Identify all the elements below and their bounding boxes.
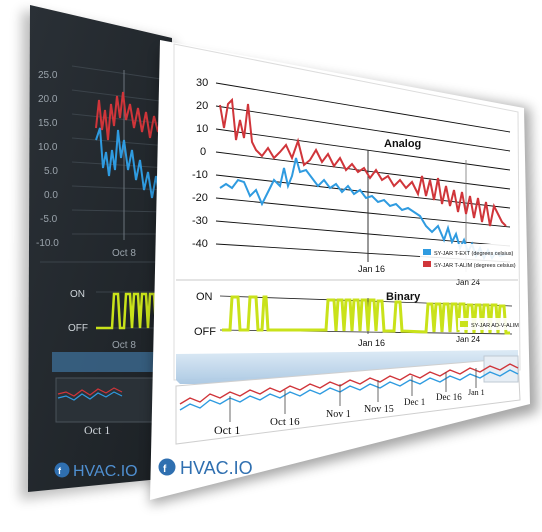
legend-swatch-ad-v-alim xyxy=(460,321,468,327)
overview-xtick: Oct 1 xyxy=(214,423,240,437)
legend-label-ad-v-alim: SY-JAR AD-V-ALIM xyxy=(471,323,519,329)
analog-ytick: 30 xyxy=(196,77,208,89)
analog-ytick: 10 xyxy=(196,123,208,135)
analog-ytick: -30 xyxy=(192,215,208,227)
overview-xtick: Dec 1 xyxy=(404,397,425,407)
analog-ytick: -20 xyxy=(192,192,208,204)
binary-title: Binary xyxy=(386,291,421,303)
back-analog-ytick: 10.0 xyxy=(38,142,58,153)
front-logo-text: HVAC.IO xyxy=(180,458,253,478)
legend-label-t-alim: SY-JAR T-ALIM (degrees celsius) xyxy=(434,263,516,269)
analog-ytick: 20 xyxy=(196,100,208,112)
binary-ytick-on: ON xyxy=(196,291,213,303)
overview-xtick: Oct 16 xyxy=(270,416,300,428)
analog-legend: SY-JAR T-EXT (degrees celsius) SY-JAR T-… xyxy=(420,244,516,274)
back-analog-xtick: Oct 8 xyxy=(112,248,136,259)
analog-ytick: -40 xyxy=(192,238,208,250)
back-analog-ytick: 15.0 xyxy=(38,118,58,129)
back-analog-ytick: 25.0 xyxy=(38,70,58,81)
back-overview-xtick: Oct 1 xyxy=(84,423,110,437)
legend-swatch-t-ext xyxy=(423,249,431,255)
legend-label-t-ext: SY-JAR T-EXT (degrees celsius) xyxy=(434,251,514,257)
back-binary-ytick-off: OFF xyxy=(68,323,88,334)
analog-xtick: Jan 16 xyxy=(358,264,385,274)
binary-xtick: Jan 16 xyxy=(358,338,385,348)
back-analog-ytick: -10.0 xyxy=(36,238,59,249)
overview-xtick: Jan 1 xyxy=(468,388,485,397)
back-logo-text: HVAC.IO xyxy=(73,463,138,480)
back-analog-ytick: 20.0 xyxy=(38,94,58,105)
back-analog-ytick: 5.0 xyxy=(44,166,58,177)
analog-ytick: -10 xyxy=(192,169,208,181)
overview-xtick: Nov 15 xyxy=(364,404,394,415)
back-panel: 25.0 20.0 15.0 10.0 5.0 0.0 -5.0 -10.0 O… xyxy=(28,5,172,492)
overview-xtick: Nov 1 xyxy=(326,409,351,420)
back-analog-ytick: 0.0 xyxy=(44,190,58,201)
back-analog-ytick: -5.0 xyxy=(40,214,58,225)
binary-legend: SY-JAR AD-V-ALIM xyxy=(458,318,519,330)
binary-xtick: Jan 24 xyxy=(456,335,481,344)
binary-ytick-off: OFF xyxy=(194,326,216,338)
back-binary-ytick-on: ON xyxy=(70,289,85,300)
analog-xtick: Jan 24 xyxy=(456,278,481,287)
analog-ytick: 0 xyxy=(200,146,206,158)
front-panel: 30 20 10 0 -10 -20 -30 -40 Analog Jan 16… xyxy=(150,40,530,500)
back-range-band xyxy=(52,352,170,372)
legend-swatch-t-alim xyxy=(423,261,431,267)
overview-xtick: Dec 16 xyxy=(436,392,462,402)
back-binary-xtick: Oct 8 xyxy=(112,340,136,351)
hvac-dashboard-scene: 25.0 20.0 15.0 10.0 5.0 0.0 -5.0 -10.0 O… xyxy=(20,5,538,505)
analog-title: Analog xyxy=(384,138,421,150)
